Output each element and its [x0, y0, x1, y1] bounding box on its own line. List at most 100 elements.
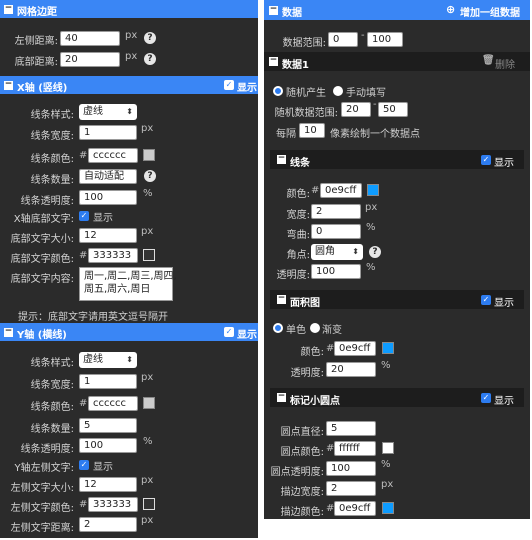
collapse-icon[interactable]: − — [4, 80, 13, 90]
radio-random[interactable] — [273, 86, 283, 96]
yaxis-opacity-input[interactable]: 100 — [79, 438, 137, 453]
xaxis-fontcolor-input[interactable]: 333333 — [88, 248, 138, 263]
xaxis-width-unit: px — [141, 123, 154, 134]
dots-color-input[interactable]: ffffff — [334, 441, 376, 456]
xaxis-content-textarea[interactable]: 周一,周二,周三,周四, 周五,周六,周日 — [79, 267, 177, 301]
line-color-input[interactable]: 0e9cff — [320, 183, 362, 198]
yaxis-color-swatch[interactable] — [143, 397, 155, 409]
dots-color-label: 圆点颜色: — [280, 447, 324, 458]
xaxis-opacity-unit: % — [143, 188, 153, 199]
line-header[interactable]: − 线条 ✓ 显示 — [270, 150, 524, 169]
line-curve-unit: % — [366, 222, 376, 233]
chevron-updown-icon: ⬍ — [352, 247, 359, 256]
xaxis-width-input[interactable]: 1 — [79, 125, 137, 140]
yaxis-count-input[interactable]: 5 — [79, 418, 137, 433]
checkbox-icon[interactable]: ✓ — [79, 211, 89, 221]
xaxis-fontcolor-swatch[interactable] — [143, 249, 155, 261]
checkbox-icon[interactable]: ✓ — [224, 327, 234, 337]
help-icon[interactable]: ? — [144, 53, 156, 65]
area-color-input[interactable]: 0e9cff — [334, 341, 376, 356]
xaxis-count-label: 线条数量: — [30, 175, 74, 186]
area-color-swatch[interactable] — [382, 342, 394, 354]
trash-icon[interactable]: 🗑 — [482, 55, 495, 66]
dots-stroke-width-input[interactable]: 2 — [326, 481, 376, 496]
every-input[interactable]: 10 — [299, 123, 325, 138]
dataset1-header[interactable]: − 数据1 🗑 删除 — [264, 52, 530, 71]
yaxis-header[interactable]: − Y轴 (横线) ✓ 显示 — [0, 323, 258, 341]
yaxis-dist-input[interactable]: 2 — [79, 517, 137, 532]
line-color-swatch[interactable] — [367, 184, 379, 196]
xaxis-style-select[interactable]: 虚线 ⬍ — [79, 104, 137, 120]
delete-button[interactable]: 删除 — [495, 56, 515, 71]
xaxis-title: X轴 (竖线) — [17, 83, 68, 94]
xaxis-text-show: 显示 — [93, 213, 113, 224]
area-opacity-input[interactable]: 20 — [326, 362, 376, 377]
add-dataset-button[interactable]: 增加一组数据 — [460, 4, 520, 19]
yaxis-fontsize-input[interactable]: 12 — [79, 477, 137, 492]
xaxis-count-input[interactable]: 自动适配 — [79, 169, 137, 184]
checkbox-icon[interactable]: ✓ — [79, 460, 89, 470]
yaxis-color-label: 线条颜色: — [30, 402, 74, 413]
checkbox-icon[interactable]: ✓ — [481, 155, 491, 165]
help-icon[interactable]: ? — [369, 246, 381, 258]
radio-manual[interactable] — [333, 86, 343, 96]
collapse-icon[interactable]: − — [277, 294, 286, 304]
line-width-unit: px — [365, 202, 378, 213]
dots-stroke-color-input[interactable]: 0e9cff — [334, 501, 376, 516]
rand-range-max[interactable]: 50 — [378, 102, 408, 117]
dots-stroke-color-swatch[interactable] — [382, 502, 394, 514]
dots-show-label: 显示 — [494, 396, 514, 407]
collapse-icon[interactable]: − — [277, 154, 286, 164]
chevron-updown-icon: ⬍ — [126, 355, 133, 364]
yaxis-fontcolor-swatch[interactable] — [143, 498, 155, 510]
collapse-icon[interactable]: − — [269, 56, 278, 66]
data-header[interactable]: − 数据 ⊕ 增加一组数据 — [264, 0, 530, 20]
rand-range-min[interactable]: 20 — [341, 102, 371, 117]
xaxis-color-input[interactable]: cccccc — [88, 148, 138, 163]
yaxis-color-input[interactable]: cccccc — [88, 396, 138, 411]
left-margin-unit: px — [125, 30, 138, 41]
xaxis-color-label: 线条颜色: — [30, 154, 74, 165]
dots-header[interactable]: − 标记小圆点 ✓ 显示 — [270, 388, 524, 407]
radio-solid[interactable] — [273, 323, 283, 333]
area-header[interactable]: − 面积图 ✓ 显示 — [270, 290, 524, 309]
dots-opacity-unit: % — [381, 459, 391, 470]
grid-margin-header[interactable]: − 网格边距 — [0, 0, 258, 18]
xaxis-fontsize-input[interactable]: 12 — [79, 228, 137, 243]
collapse-icon[interactable]: − — [269, 5, 278, 15]
dots-diameter-input[interactable]: 5 — [326, 421, 376, 436]
yaxis-width-input[interactable]: 1 — [79, 374, 137, 389]
xaxis-color-swatch[interactable] — [143, 149, 155, 161]
collapse-icon[interactable]: − — [277, 392, 286, 402]
line-curve-input[interactable]: 0 — [311, 224, 361, 239]
data-range-min[interactable]: 0 — [328, 32, 358, 47]
checkbox-icon[interactable]: ✓ — [481, 393, 491, 403]
checkbox-icon[interactable]: ✓ — [224, 80, 234, 90]
xaxis-fontsize-unit: px — [141, 226, 154, 237]
bottom-margin-input[interactable]: 20 — [60, 52, 120, 67]
dots-opacity-input[interactable]: 100 — [326, 461, 376, 476]
plus-circle-icon[interactable]: ⊕ — [446, 3, 455, 16]
xaxis-fontcolor-label: 底部文字颜色: — [10, 254, 74, 265]
yaxis-dist-unit: px — [141, 515, 154, 526]
data-range-max[interactable]: 100 — [367, 32, 403, 47]
yaxis-style-select[interactable]: 虚线 ⬍ — [79, 352, 137, 368]
xaxis-opacity-input[interactable]: 100 — [79, 190, 137, 205]
collapse-icon[interactable]: − — [4, 4, 13, 14]
yaxis-fontcolor-input[interactable]: 333333 — [88, 497, 138, 512]
xaxis-header[interactable]: − X轴 (竖线) ✓ 显示 — [0, 76, 258, 94]
left-margin-input[interactable]: 40 — [60, 31, 120, 46]
line-opacity-input[interactable]: 100 — [311, 264, 361, 279]
line-width-input[interactable]: 2 — [311, 204, 361, 219]
dots-diameter-label: 圆点直径: — [280, 427, 324, 438]
help-icon[interactable]: ? — [144, 170, 156, 182]
checkbox-icon[interactable]: ✓ — [481, 295, 491, 305]
dots-color-swatch[interactable] — [382, 442, 394, 454]
collapse-icon[interactable]: − — [4, 327, 13, 337]
area-show-label: 显示 — [494, 298, 514, 309]
help-icon[interactable]: ? — [144, 32, 156, 44]
radio-gradient[interactable] — [310, 323, 320, 333]
line-corner-select[interactable]: 圆角 ⬍ — [311, 244, 363, 260]
gradient-label: 渐变 — [322, 325, 342, 336]
xaxis-style-label: 线条样式: — [30, 110, 74, 121]
